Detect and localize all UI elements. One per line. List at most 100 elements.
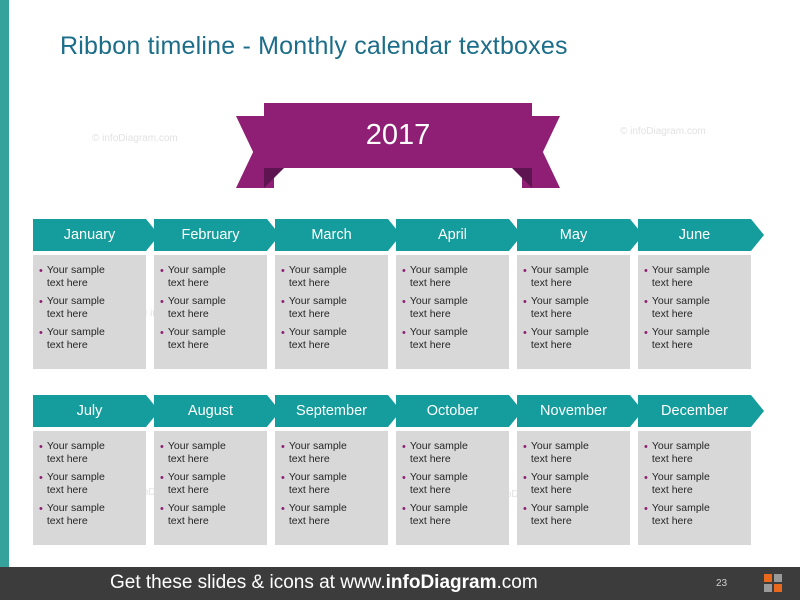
bullet-icon: • bbox=[523, 441, 527, 453]
month-header-may[interactable]: May bbox=[517, 219, 643, 251]
bullet-text: Your sample text here bbox=[651, 326, 710, 351]
ribbon-banner: 2017 bbox=[236, 103, 570, 189]
list-item: • Your sample text here bbox=[39, 502, 138, 527]
logo-square-3 bbox=[764, 584, 772, 592]
bullet-icon: • bbox=[281, 265, 285, 277]
bullet-icon: • bbox=[523, 296, 527, 308]
bullet-icon: • bbox=[160, 503, 164, 515]
bullet-text: Your sample text here bbox=[167, 295, 226, 320]
bullet-text: Your sample text here bbox=[530, 295, 589, 320]
bullet-text: Your sample text here bbox=[409, 264, 468, 289]
bullet-text: Your sample text here bbox=[530, 326, 589, 351]
logo-square-1 bbox=[764, 574, 772, 582]
bullet-icon: • bbox=[644, 441, 648, 453]
page-number: 23 bbox=[716, 578, 728, 589]
list-item: • Your sample text here bbox=[281, 471, 380, 496]
bullet-icon: • bbox=[39, 503, 43, 515]
bullet-icon: • bbox=[523, 503, 527, 515]
month-body-april[interactable]: • Your sample text here • Your sample text… bbox=[396, 255, 509, 369]
month-body-february[interactable]: • Your sample text here • Your sample text… bbox=[154, 255, 267, 369]
list-item: • Your sample text here bbox=[523, 295, 622, 320]
month-column-september[interactable]: September • Your sample text here • Your s… bbox=[275, 395, 401, 545]
logo-square-4 bbox=[774, 584, 782, 592]
list-item: • Your sample text here bbox=[39, 440, 138, 465]
list-item: • Your sample text here bbox=[160, 264, 259, 289]
month-header-january[interactable]: January bbox=[33, 219, 159, 251]
month-body-january[interactable]: • Your sample text here • Your sample text… bbox=[33, 255, 146, 369]
month-column-june[interactable]: June • Your sample text here • Your sample… bbox=[638, 219, 764, 369]
list-item: • Your sample text here bbox=[523, 326, 622, 351]
month-header-september[interactable]: September bbox=[275, 395, 401, 427]
month-header-november[interactable]: November bbox=[517, 395, 643, 427]
month-header-october[interactable]: October bbox=[396, 395, 522, 427]
months-row-second-half: July • Your sample text here • Your sample… bbox=[33, 395, 767, 545]
bullet-text: Your sample text here bbox=[651, 502, 710, 527]
month-body-september[interactable]: • Your sample text here • Your sample text… bbox=[275, 431, 388, 545]
bullet-text: Your sample text here bbox=[167, 471, 226, 496]
list-item: • Your sample text here bbox=[160, 295, 259, 320]
bullet-icon: • bbox=[160, 472, 164, 484]
month-column-august[interactable]: August • Your sample text here • Your samp… bbox=[154, 395, 280, 545]
month-column-march[interactable]: March • Your sample text here • Your sampl… bbox=[275, 219, 401, 369]
bullet-text: Your sample text here bbox=[409, 440, 468, 465]
month-column-may[interactable]: May • Your sample text here • Your sample … bbox=[517, 219, 643, 369]
month-body-october[interactable]: • Your sample text here • Your sample text… bbox=[396, 431, 509, 545]
month-body-may[interactable]: • Your sample text here • Your sample text… bbox=[517, 255, 630, 369]
month-body-november[interactable]: • Your sample text here • Your sample text… bbox=[517, 431, 630, 545]
month-column-december[interactable]: December • Your sample text here • Your sa… bbox=[638, 395, 764, 545]
bullet-text: Your sample text here bbox=[409, 326, 468, 351]
footer-bar: Get these slides & icons at www.infoDiag… bbox=[0, 567, 800, 600]
footer-brand: infoDiagram bbox=[385, 572, 497, 593]
bullet-text: Your sample text here bbox=[46, 326, 105, 351]
list-item: • Your sample text here bbox=[281, 295, 380, 320]
bullet-text: Your sample text here bbox=[46, 264, 105, 289]
bullet-text: Your sample text here bbox=[409, 502, 468, 527]
month-body-march[interactable]: • Your sample text here • Your sample text… bbox=[275, 255, 388, 369]
bullet-icon: • bbox=[402, 441, 406, 453]
bullet-text: Your sample text here bbox=[530, 264, 589, 289]
footer-cta-text[interactable]: Get these slides & icons at www.infoDiag… bbox=[110, 572, 538, 594]
month-header-august[interactable]: August bbox=[154, 395, 280, 427]
list-item: • Your sample text here bbox=[523, 440, 622, 465]
bullet-text: Your sample text here bbox=[167, 440, 226, 465]
month-column-january[interactable]: January • Your sample text here • Your sam… bbox=[33, 219, 159, 369]
bullet-icon: • bbox=[160, 265, 164, 277]
month-column-february[interactable]: February • Your sample text here • Your sa… bbox=[154, 219, 280, 369]
month-column-october[interactable]: October • Your sample text here • Your sam… bbox=[396, 395, 522, 545]
list-item: • Your sample text here bbox=[644, 471, 743, 496]
list-item: • Your sample text here bbox=[39, 471, 138, 496]
month-header-march[interactable]: March bbox=[275, 219, 401, 251]
month-body-december[interactable]: • Your sample text here • Your sample text… bbox=[638, 431, 751, 545]
month-column-november[interactable]: November • Your sample text here • Your sa… bbox=[517, 395, 643, 545]
list-item: • Your sample text here bbox=[281, 440, 380, 465]
footer-prefix: Get these slides & icons at www. bbox=[110, 572, 386, 593]
list-item: • Your sample text here bbox=[402, 440, 501, 465]
left-accent-bar bbox=[0, 0, 9, 567]
month-column-april[interactable]: April • Your sample text here • Your sampl… bbox=[396, 219, 522, 369]
month-header-december[interactable]: December bbox=[638, 395, 764, 427]
list-item: • Your sample text here bbox=[644, 440, 743, 465]
bullet-text: Your sample text here bbox=[167, 326, 226, 351]
month-body-august[interactable]: • Your sample text here • Your sample text… bbox=[154, 431, 267, 545]
bullet-icon: • bbox=[160, 441, 164, 453]
month-header-february[interactable]: February bbox=[154, 219, 280, 251]
bullet-icon: • bbox=[402, 327, 406, 339]
bullet-text: Your sample text here bbox=[167, 502, 226, 527]
bullet-text: Your sample text here bbox=[46, 502, 105, 527]
bullet-icon: • bbox=[523, 472, 527, 484]
month-header-april[interactable]: April bbox=[396, 219, 522, 251]
month-body-july[interactable]: • Your sample text here • Your sample text… bbox=[33, 431, 146, 545]
list-item: • Your sample text here bbox=[402, 295, 501, 320]
months-row-first-half: January • Your sample text here • Your sam… bbox=[33, 219, 767, 369]
list-item: • Your sample text here bbox=[39, 326, 138, 351]
infodiagram-logo-icon bbox=[764, 574, 784, 594]
list-item: • Your sample text here bbox=[402, 502, 501, 527]
bullet-text: Your sample text here bbox=[46, 295, 105, 320]
month-header-july[interactable]: July bbox=[33, 395, 159, 427]
list-item: • Your sample text here bbox=[281, 502, 380, 527]
bullet-icon: • bbox=[281, 441, 285, 453]
bullet-icon: • bbox=[644, 503, 648, 515]
month-body-june[interactable]: • Your sample text here • Your sample text… bbox=[638, 255, 751, 369]
month-column-july[interactable]: July • Your sample text here • Your sample… bbox=[33, 395, 159, 545]
month-header-june[interactable]: June bbox=[638, 219, 764, 251]
